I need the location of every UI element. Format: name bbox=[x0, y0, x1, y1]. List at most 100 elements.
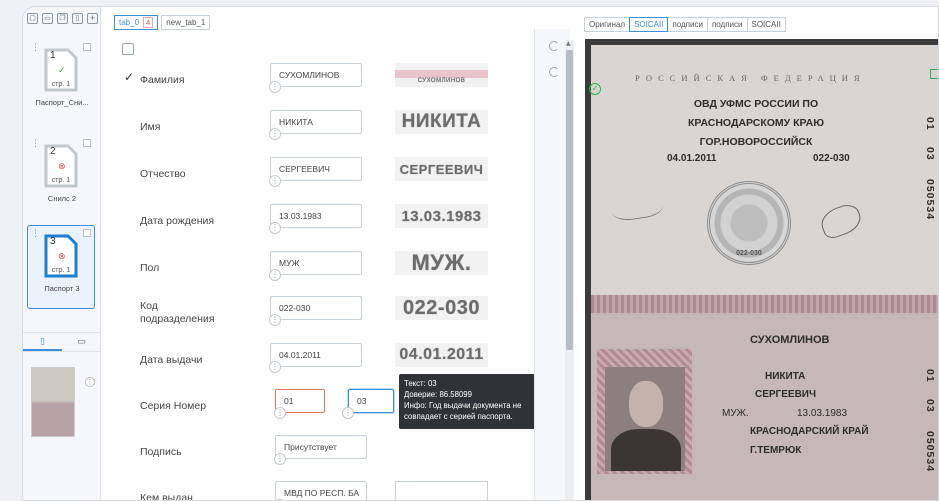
document-page-icon: 2 ⊗ стр. 1 bbox=[44, 144, 78, 188]
seal-code: 022-030 bbox=[736, 250, 762, 257]
doc-number: 2 bbox=[50, 146, 56, 157]
pages-tab-icon[interactable]: ▯ bbox=[23, 333, 62, 351]
doc-number: 1 bbox=[50, 50, 56, 61]
patronymic-input[interactable]: СЕРГЕЕВИЧ bbox=[270, 157, 362, 181]
passport-series-mid-2: 03 bbox=[924, 399, 936, 413]
tab-label: new_tab_1 bbox=[166, 18, 206, 27]
passport-birth-date: 13.03.1983 bbox=[797, 408, 848, 419]
field-row-name: Имя НИКИТА ⋮ НИКИТА bbox=[114, 110, 544, 144]
patronymic-crop-image: СЕРГЕЕВИЧ bbox=[395, 157, 488, 181]
doc-card-3[interactable]: ⋮ 3 ⊗ стр. 1 Паспорт 3 bbox=[27, 225, 95, 309]
field-menu-icon[interactable]: ⋮ bbox=[274, 453, 286, 465]
copy-icon[interactable]: ❐ bbox=[57, 13, 68, 24]
rotate-left-icon[interactable] bbox=[549, 41, 559, 51]
birth-date-crop-image: 13.03.1983 bbox=[395, 204, 488, 228]
passport-series-mid: 03 bbox=[924, 147, 936, 161]
kebab-menu-icon[interactable]: ⋮ bbox=[31, 229, 40, 239]
tab-label: tab_0 bbox=[119, 18, 140, 27]
passport-number: 050534 bbox=[924, 179, 936, 221]
issue-date-crop-image: 04.01.2011 bbox=[395, 343, 488, 367]
kebab-menu-icon[interactable]: ⋮ bbox=[85, 377, 95, 387]
field-label: Кем выдан bbox=[140, 491, 193, 501]
doc-card-2[interactable]: ⋮ 2 ⊗ стр. 1 Снилс 2 bbox=[27, 135, 95, 219]
doc-select-checkbox[interactable] bbox=[83, 43, 91, 51]
kebab-menu-icon[interactable]: ⋮ bbox=[31, 43, 40, 53]
viewer-tab-original[interactable]: Оригинал bbox=[584, 17, 631, 32]
tooltip-confidence: Доверие: 86.58099 bbox=[404, 390, 472, 399]
passport-birth-place-2: Г.ТЕМРЮК bbox=[750, 445, 802, 456]
form-scrollbar[interactable]: ▲ bbox=[565, 40, 574, 500]
doc-name: Снилс 2 bbox=[47, 194, 77, 203]
viewer-tabs: Оригинал SOICAII подписи подписи SOICAII bbox=[584, 17, 786, 32]
issued-by-input[interactable]: МВД ПО РЕСП. БА bbox=[275, 481, 367, 500]
field-form: ✓ Фамилия СУХОМЛИНОВ ⋮ СУХОМЛИНОВ Имя НИ… bbox=[114, 37, 544, 501]
field-menu-icon[interactable]: ⋮ bbox=[269, 222, 281, 234]
signature-input[interactable]: Присутствует bbox=[275, 435, 367, 459]
field-row-division-code: Код подразделения 022-030 ⋮ 022-030 bbox=[114, 296, 544, 330]
field-menu-icon[interactable]: ⋮ bbox=[269, 269, 281, 281]
field-menu-icon[interactable]: ⋮ bbox=[274, 407, 286, 419]
passport-birth-place-1: КРАСНОДАРСКИЙ КРАЙ bbox=[750, 426, 869, 437]
holder-body bbox=[611, 429, 681, 471]
issued-by-crop-image bbox=[395, 481, 488, 500]
delete-icon[interactable]: ▯ bbox=[72, 13, 83, 24]
save-icon[interactable] bbox=[122, 43, 134, 55]
passport-sex: МУЖ. bbox=[722, 408, 749, 419]
tab-0[interactable]: tab_0 4 bbox=[114, 15, 159, 30]
ok-status-icon: ✓ bbox=[58, 66, 66, 76]
passport-surname: СУХОМЛИНОВ bbox=[750, 334, 830, 346]
field-row-birth-date: Дата рождения 13.03.1983 ⋮ 13.03.1983 bbox=[114, 204, 544, 238]
field-row-signature: Подпись Присутствует ⋮ bbox=[114, 435, 544, 469]
field-menu-icon[interactable]: ⋮ bbox=[269, 175, 281, 187]
doc-select-checkbox[interactable] bbox=[83, 229, 91, 237]
doc-page-label: стр. 1 bbox=[51, 81, 71, 88]
doc-name: Паспорт 3 bbox=[44, 284, 80, 293]
field-row-issued-by: Кем выдан МВД ПО РЕСП. БА ⋮ bbox=[114, 481, 544, 501]
doc-page-label: стр. 1 bbox=[51, 267, 71, 274]
scroll-up-icon[interactable]: ▲ bbox=[566, 40, 571, 47]
tab-new-1[interactable]: new_tab_1 bbox=[161, 15, 211, 30]
viewer-tab-signatures[interactable]: подписи bbox=[667, 17, 708, 32]
folder-tab-icon[interactable]: ▭ bbox=[62, 333, 101, 351]
passport-fold-band bbox=[591, 295, 938, 313]
check-icon[interactable]: ✓ bbox=[124, 70, 134, 84]
add-file-icon[interactable]: + bbox=[87, 13, 98, 24]
sex-input[interactable]: МУЖ bbox=[270, 251, 362, 275]
birth-date-input[interactable]: 13.03.1983 bbox=[270, 204, 362, 228]
document-thumbnails-panel: ▢ ▭ ❐ ▯ + ⋮ 1 ✓ стр. 1 Паспорт_Сни... ⋮ … bbox=[23, 7, 101, 500]
passport-series-top: 01 bbox=[924, 117, 936, 131]
field-row-surname: ✓ Фамилия СУХОМЛИНОВ ⋮ СУХОМЛИНОВ bbox=[114, 63, 544, 97]
field-label: Подпись bbox=[140, 445, 182, 458]
field-menu-icon[interactable]: ⋮ bbox=[269, 361, 281, 373]
tooltip-text: Текст: 03 bbox=[404, 379, 437, 388]
field-menu-icon[interactable]: ⋮ bbox=[269, 128, 281, 140]
rotate-right-icon[interactable] bbox=[549, 67, 559, 77]
holder-photo bbox=[605, 367, 685, 471]
passport-image-viewer[interactable]: ✓ РОССИЙСКАЯ ФЕДЕРАЦИЯ ОВД УФМС РОССИИ П… bbox=[585, 39, 938, 500]
field-menu-icon[interactable]: ⋮ bbox=[342, 407, 354, 419]
kebab-menu-icon[interactable]: ⋮ bbox=[31, 139, 40, 149]
tooltip-info: Инфо: Год выдачи документа не совпадает … bbox=[404, 401, 522, 421]
doc-number: 3 bbox=[50, 236, 56, 247]
holder-face bbox=[629, 381, 663, 427]
doc-card-1[interactable]: ⋮ 1 ✓ стр. 1 Паспорт_Сни... bbox=[27, 39, 95, 123]
folder-icon[interactable]: ▭ bbox=[42, 13, 53, 24]
surname-input[interactable]: СУХОМЛИНОВ bbox=[270, 63, 362, 87]
name-input[interactable]: НИКИТА bbox=[270, 110, 362, 134]
scrollbar-thumb[interactable] bbox=[566, 50, 573, 350]
viewer-tab-signatures-2[interactable]: подписи bbox=[706, 17, 748, 32]
viewer-tab-soicaii[interactable]: SOICAII bbox=[629, 17, 669, 32]
field-menu-icon[interactable]: ⋮ bbox=[269, 314, 281, 326]
page-preview-thumbnail[interactable] bbox=[31, 367, 75, 437]
division-code-input[interactable]: 022-030 bbox=[270, 296, 362, 320]
issue-date-input[interactable]: 04.01.2011 bbox=[270, 343, 362, 367]
viewer-tab-soicaii-2[interactable]: SOICAII bbox=[746, 17, 786, 32]
form-tabs: tab_0 4 new_tab_1 bbox=[114, 15, 211, 30]
field-menu-icon[interactable]: ⋮ bbox=[269, 81, 281, 93]
doc-select-checkbox[interactable] bbox=[83, 139, 91, 147]
select-all-icon[interactable]: ▢ bbox=[27, 13, 38, 24]
error-status-icon: ⊗ bbox=[58, 162, 66, 172]
passport-seal-image: 022-030 bbox=[707, 181, 791, 265]
surname-crop-image: СУХОМЛИНОВ bbox=[395, 63, 488, 87]
number-input[interactable]: 03 bbox=[348, 389, 394, 413]
